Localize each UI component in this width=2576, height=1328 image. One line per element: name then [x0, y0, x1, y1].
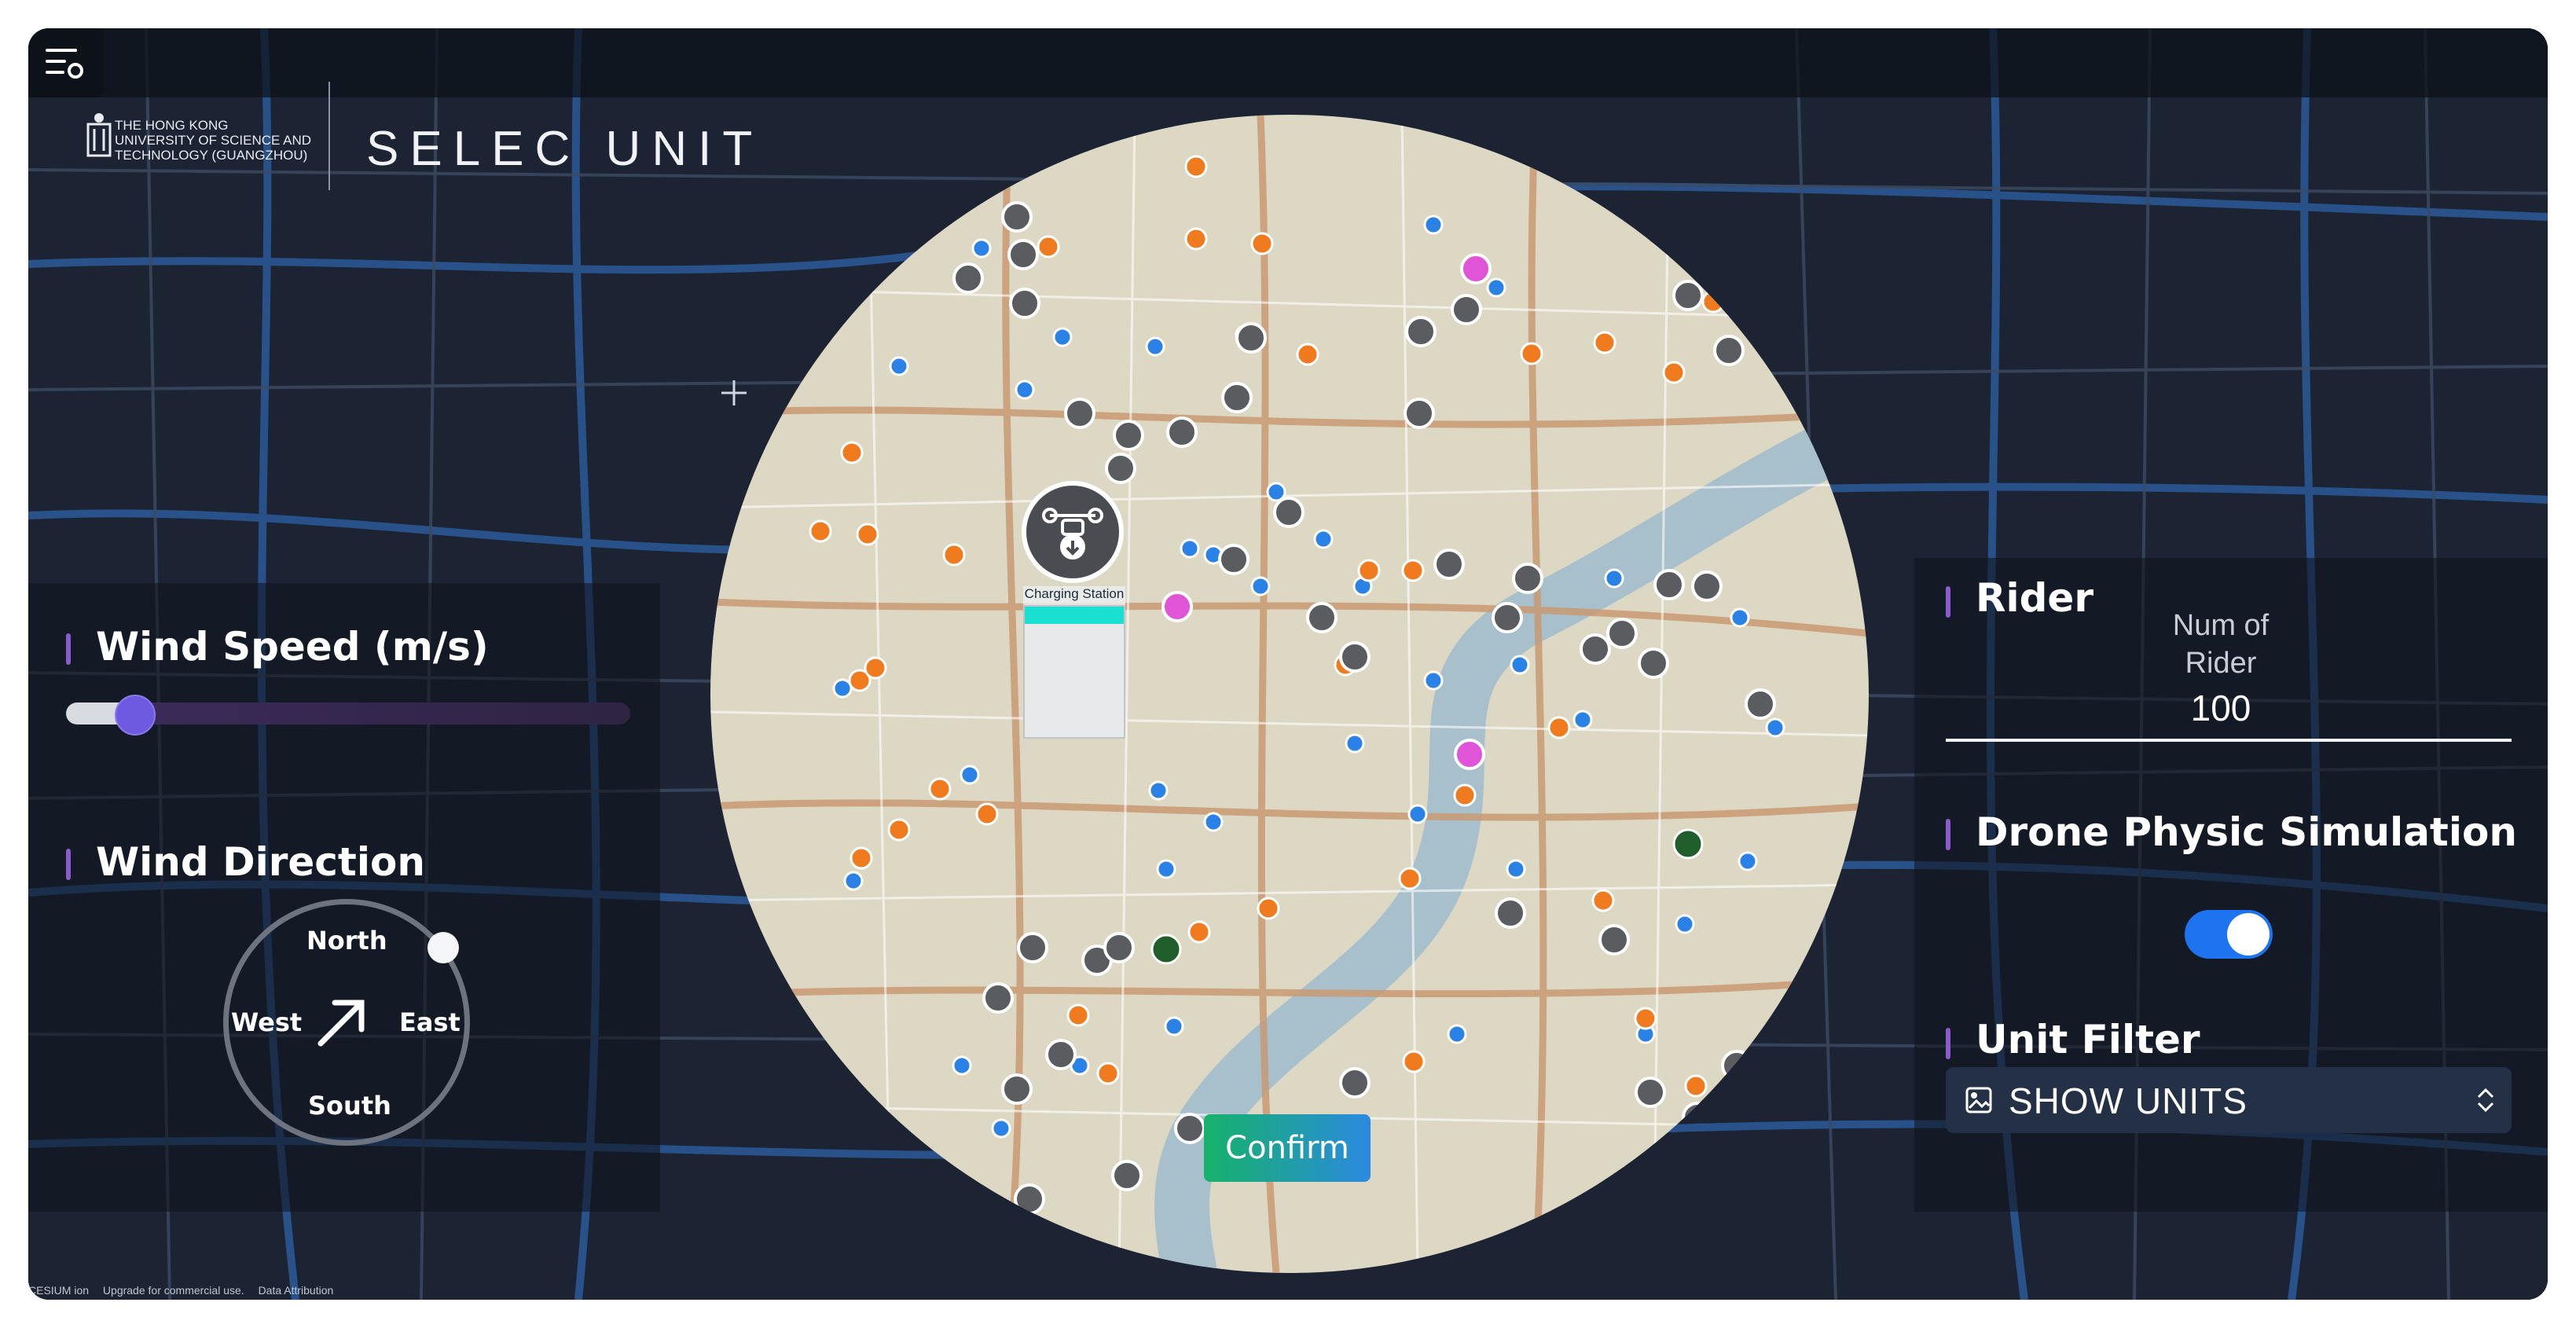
crosshair-cursor-icon	[721, 380, 747, 405]
app-window: THE HONG KONG UNIVERSITY OF SCIENCE AND …	[28, 28, 2548, 1300]
charging-station-panel[interactable]	[1023, 605, 1125, 739]
drone-charging-icon	[1042, 508, 1103, 559]
unit-filter-select[interactable]: SHOW UNITS	[1946, 1067, 2512, 1133]
wind-direction-title: Wind Direction	[96, 839, 425, 885]
drone-sim-toggle-knob	[2227, 913, 2270, 956]
map-footer: CESIUM ion Upgrade for commercial use. D…	[28, 1284, 736, 1300]
unit-filter-accent	[1946, 1028, 1950, 1059]
unit-filter-title: Unit Filter	[1976, 1017, 2200, 1062]
charging-station-marker[interactable]	[1022, 481, 1124, 583]
drone-sim-title: Drone Physic Simulation	[1976, 809, 2517, 855]
header-divider	[328, 82, 330, 190]
wind-speed-title: Wind Speed (m/s)	[96, 624, 489, 670]
compass-east-label: East	[399, 1007, 461, 1037]
settings-menu-button[interactable]	[28, 28, 104, 97]
compass-north-label: North	[306, 926, 387, 956]
num-rider-input[interactable]: 100	[2142, 687, 2299, 729]
rider-accent	[1946, 586, 1950, 618]
num-rider-label-line2: Rider	[2185, 647, 2257, 680]
confirm-button[interactable]: Confirm	[1204, 1114, 1371, 1182]
wind-direction-accent	[66, 849, 71, 880]
drone-sim-accent	[1946, 819, 1950, 850]
logo-line-1: THE HONG KONG	[115, 118, 229, 133]
num-rider-underline	[1946, 739, 2512, 742]
street-map	[710, 115, 1869, 1273]
num-rider-label: Num of Rider	[2142, 607, 2299, 682]
cesium-logo-text: CESIUM ion	[28, 1284, 90, 1297]
wind-speed-accent	[66, 633, 71, 665]
data-attribution-link[interactable]: Data Attribution	[259, 1284, 334, 1297]
drone-sim-toggle[interactable]	[2185, 910, 2273, 959]
charging-station-panel-header	[1025, 607, 1124, 624]
compass-south-label: South	[308, 1091, 391, 1121]
university-name: THE HONG KONG UNIVERSITY OF SCIENCE AND …	[115, 118, 319, 163]
image-filter-icon	[1965, 1087, 1992, 1113]
compass-west-label: West	[231, 1007, 303, 1037]
wind-direction-handle[interactable]	[427, 932, 459, 963]
top-bar	[28, 28, 2548, 97]
wind-arrow-icon	[317, 1000, 365, 1047]
chevron-up-down-icon	[2477, 1088, 2494, 1113]
wind-speed-slider-thumb[interactable]	[115, 695, 156, 736]
logo-line-3: TECHNOLOGY (GUANGZHOU)	[115, 148, 308, 163]
settings-menu-icon	[46, 49, 83, 79]
university-logo-icon	[86, 113, 112, 157]
selection-circle-map[interactable]	[710, 115, 1869, 1273]
charging-station-label: Charging Station	[1023, 586, 1125, 605]
logo-line-2: UNIVERSITY OF SCIENCE AND	[115, 133, 312, 148]
upgrade-link[interactable]: Upgrade for commercial use.	[103, 1284, 244, 1297]
rider-title: Rider	[1976, 575, 2093, 621]
num-rider-label-line1: Num of	[2172, 609, 2270, 642]
unit-filter-value: SHOW UNITS	[2009, 1080, 2248, 1121]
app-title: SELEC UNIT	[366, 122, 764, 176]
